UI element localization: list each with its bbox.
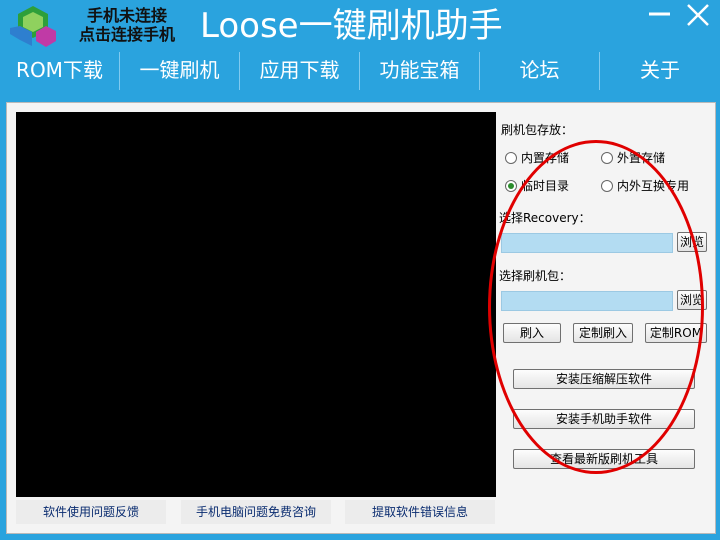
nav-about[interactable]: 关于 [600,52,720,90]
flash-button[interactable]: 刷入 [503,323,561,343]
connection-status: 手机未连接 [86,6,167,25]
radio-temp-directory[interactable]: 临时目录 [505,177,569,194]
storage-label: 刷机包存放： [501,123,574,137]
radio-label: 内置存储 [521,151,570,165]
connect-phone-label: 点击连接手机 [78,25,175,44]
package-browse-button[interactable]: 浏览 [677,290,707,310]
app-title: Loose一键刷机助手 [200,6,503,46]
consult-link[interactable]: 手机电脑问题免费咨询 [181,500,331,524]
connect-phone-button[interactable]: 手机未连接 点击连接手机 [64,6,190,44]
nav-app-download[interactable]: 应用下载 [240,52,360,90]
radio-label: 临时目录 [521,179,570,193]
recovery-label: 选择Recovery： [499,211,591,225]
radio-label: 内外互换专用 [617,179,690,193]
latest-tool-button[interactable]: 查看最新版刷机工具 [513,449,695,469]
feedback-link[interactable]: 软件使用问题反馈 [16,500,166,524]
radio-circle-icon [601,180,613,192]
custom-flash-button[interactable]: 定制刷入 [573,323,633,343]
install-unzip-button[interactable]: 安装压缩解压软件 [513,369,695,389]
log-console [16,112,496,497]
content-panel: 软件使用问题反馈 手机电脑问题免费咨询 提取软件错误信息 刷机包存放： 内置存储… [6,102,716,534]
nav-toolbox[interactable]: 功能宝箱 [360,52,480,90]
radio-external-storage[interactable]: 外置存储 [601,149,665,166]
radio-circle-icon [601,152,613,164]
radio-circle-icon [505,152,517,164]
radio-swap-storage[interactable]: 内外互换专用 [601,177,689,194]
app-logo-icon [10,6,56,47]
radio-label: 外置存储 [617,151,666,165]
close-icon[interactable] [684,2,712,30]
minimize-icon[interactable] [646,2,674,30]
title-bar: 手机未连接 点击连接手机 Loose一键刷机助手 [0,0,720,52]
nav-forum[interactable]: 论坛 [480,52,600,90]
install-assistant-button[interactable]: 安装手机助手软件 [513,409,695,429]
package-label: 选择刷机包： [499,269,572,283]
radio-internal-storage[interactable]: 内置存储 [505,149,569,166]
recovery-path-input[interactable] [501,233,673,253]
main-nav: ROM下载 一键刷机 应用下载 功能宝箱 论坛 关于 [0,52,720,90]
package-path-input[interactable] [501,291,673,311]
nav-one-click-flash[interactable]: 一键刷机 [120,52,240,90]
error-info-link[interactable]: 提取软件错误信息 [345,500,495,524]
custom-rom-button[interactable]: 定制ROM [645,323,707,343]
radio-selected-icon [505,180,517,192]
nav-rom-download[interactable]: ROM下载 [0,52,120,90]
recovery-browse-button[interactable]: 浏览 [677,232,707,252]
